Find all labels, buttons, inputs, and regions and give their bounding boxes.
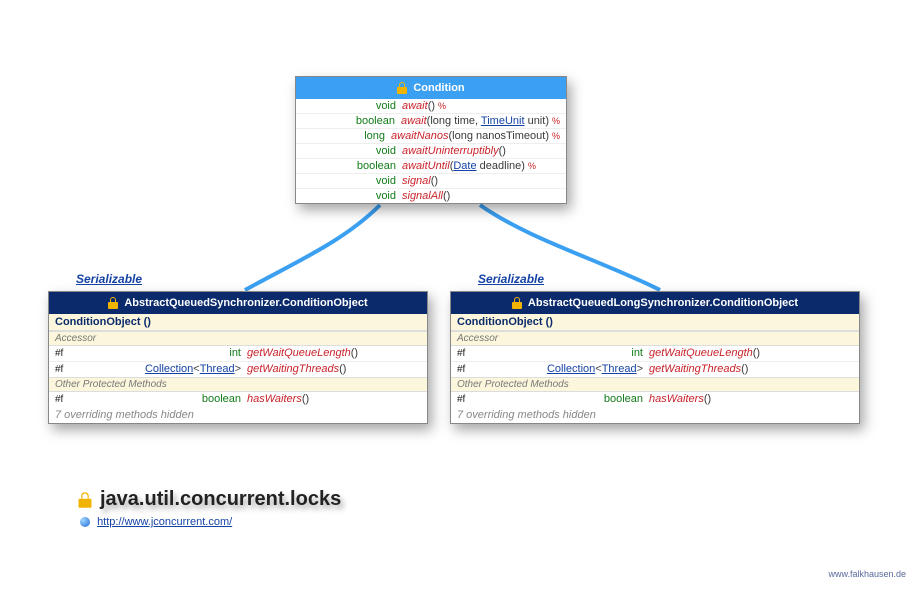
method-row: #fintgetWaitQueueLength () (49, 346, 427, 362)
serializable-badge-left[interactable]: Serializable (76, 272, 142, 286)
condition-title: Condition (413, 82, 464, 94)
return-type: void (302, 99, 402, 113)
method-params: () (704, 392, 711, 406)
aqls-conditionobject-title: AbstractQueuedLongSynchronizer.Condition… (528, 297, 798, 309)
method-params: () (351, 346, 358, 360)
accessor-list: #fintgetWaitQueueLength ()#fCollection<T… (49, 346, 427, 377)
aqs-conditionobject-header: AbstractQueuedSynchronizer.ConditionObje… (49, 292, 427, 314)
method-params: () (753, 346, 760, 360)
throws-marker: % (552, 129, 560, 143)
method-params: () (443, 189, 450, 203)
method-name: signal (402, 174, 431, 188)
hidden-methods-note: 7 overriding methods hidden (451, 407, 859, 423)
return-type: boolean (302, 114, 401, 128)
method-params: () (741, 362, 748, 376)
method-name: getWaitQueueLength (649, 346, 753, 360)
method-name: getWaitQueueLength (247, 346, 351, 360)
package-link-row: http://www.jconcurrent.com/ (80, 516, 232, 528)
method-params: () (339, 362, 346, 376)
condition-method-list: voidawait ()%booleanawait (long time, Ti… (296, 99, 566, 203)
method-name: signalAll (402, 189, 443, 203)
lock-icon (108, 297, 118, 309)
method-params: () (499, 144, 506, 158)
constructor-row: ConditionObject () (49, 314, 427, 331)
package-title: java.util.concurrent.locks (80, 488, 341, 511)
protection-marker: #f (457, 347, 479, 361)
protection-marker: #f (457, 363, 479, 377)
method-row: voidsignal () (296, 174, 566, 189)
method-params: (Date deadline) (450, 159, 525, 173)
method-name: getWaitingThreads (247, 362, 339, 376)
return-type: int (479, 346, 649, 360)
return-type: boolean (302, 159, 402, 173)
return-type: void (302, 174, 402, 188)
other-protected-section-header: Other Protected Methods (49, 377, 427, 392)
protection-marker: #f (55, 393, 77, 407)
condition-interface-box: Condition voidawait ()%booleanawait (lon… (295, 76, 567, 204)
lock-icon (79, 492, 92, 508)
method-params: (long time, TimeUnit unit) (427, 114, 549, 128)
method-row: voidawait ()% (296, 99, 566, 114)
return-type: boolean (77, 392, 247, 406)
method-params: () (428, 99, 435, 113)
method-name: await (402, 99, 428, 113)
lock-icon (512, 297, 522, 309)
throws-marker: % (528, 159, 536, 173)
return-type: int (77, 346, 247, 360)
other-protected-list: #fbooleanhasWaiters () (451, 392, 859, 407)
method-name: await (401, 114, 427, 128)
package-name: java.util.concurrent.locks (100, 488, 341, 511)
aqs-conditionobject-box: AbstractQueuedSynchronizer.ConditionObje… (48, 291, 428, 424)
method-name: awaitUninterruptibly (402, 144, 499, 158)
serializable-badge-right[interactable]: Serializable (478, 272, 544, 286)
accessor-section-header: Accessor (451, 331, 859, 346)
method-row: #fCollection<Thread>getWaitingThreads () (49, 362, 427, 377)
aqs-conditionobject-title: AbstractQueuedSynchronizer.ConditionObje… (124, 297, 367, 309)
method-row: voidsignalAll () (296, 189, 566, 203)
accessor-list: #fintgetWaitQueueLength ()#fCollection<T… (451, 346, 859, 377)
protection-marker: #f (55, 363, 77, 377)
method-row: voidawaitUninterruptibly () (296, 144, 566, 159)
method-row: #fbooleanhasWaiters () (451, 392, 859, 407)
method-row: booleanawait (long time, TimeUnit unit)% (296, 114, 566, 129)
protection-marker: #f (55, 347, 77, 361)
protection-marker: #f (457, 393, 479, 407)
return-type: Collection<Thread> (479, 362, 649, 376)
condition-header: Condition (296, 77, 566, 99)
method-row: longawaitNanos (long nanosTimeout)% (296, 129, 566, 144)
attribution: www.falkhausen.de (828, 569, 906, 579)
constructor-row: ConditionObject () (451, 314, 859, 331)
method-name: getWaitingThreads (649, 362, 741, 376)
method-params: () (302, 392, 309, 406)
other-protected-section-header: Other Protected Methods (451, 377, 859, 392)
method-row: #fbooleanhasWaiters () (49, 392, 427, 407)
hidden-methods-note: 7 overriding methods hidden (49, 407, 427, 423)
return-type: boolean (479, 392, 649, 406)
other-protected-list: #fbooleanhasWaiters () (49, 392, 427, 407)
throws-marker: % (552, 114, 560, 128)
method-params: () (431, 174, 438, 188)
method-name: hasWaiters (649, 392, 704, 406)
globe-icon (80, 517, 90, 527)
package-url-link[interactable]: http://www.jconcurrent.com/ (97, 516, 232, 528)
aqls-conditionobject-header: AbstractQueuedLongSynchronizer.Condition… (451, 292, 859, 314)
constructor-name: ConditionObject () (55, 316, 151, 328)
return-type: void (302, 189, 402, 203)
throws-marker: % (438, 99, 446, 113)
aqls-conditionobject-box: AbstractQueuedLongSynchronizer.Condition… (450, 291, 860, 424)
accessor-section-header: Accessor (49, 331, 427, 346)
method-name: hasWaiters (247, 392, 302, 406)
return-type: Collection<Thread> (77, 362, 247, 376)
constructor-name: ConditionObject () (457, 316, 553, 328)
method-row: booleanawaitUntil (Date deadline)% (296, 159, 566, 174)
method-params: (long nanosTimeout) (449, 129, 549, 143)
lock-icon (397, 82, 407, 94)
return-type: long (302, 129, 391, 143)
method-name: awaitUntil (402, 159, 450, 173)
method-name: awaitNanos (391, 129, 448, 143)
method-row: #fintgetWaitQueueLength () (451, 346, 859, 362)
return-type: void (302, 144, 402, 158)
method-row: #fCollection<Thread>getWaitingThreads () (451, 362, 859, 377)
